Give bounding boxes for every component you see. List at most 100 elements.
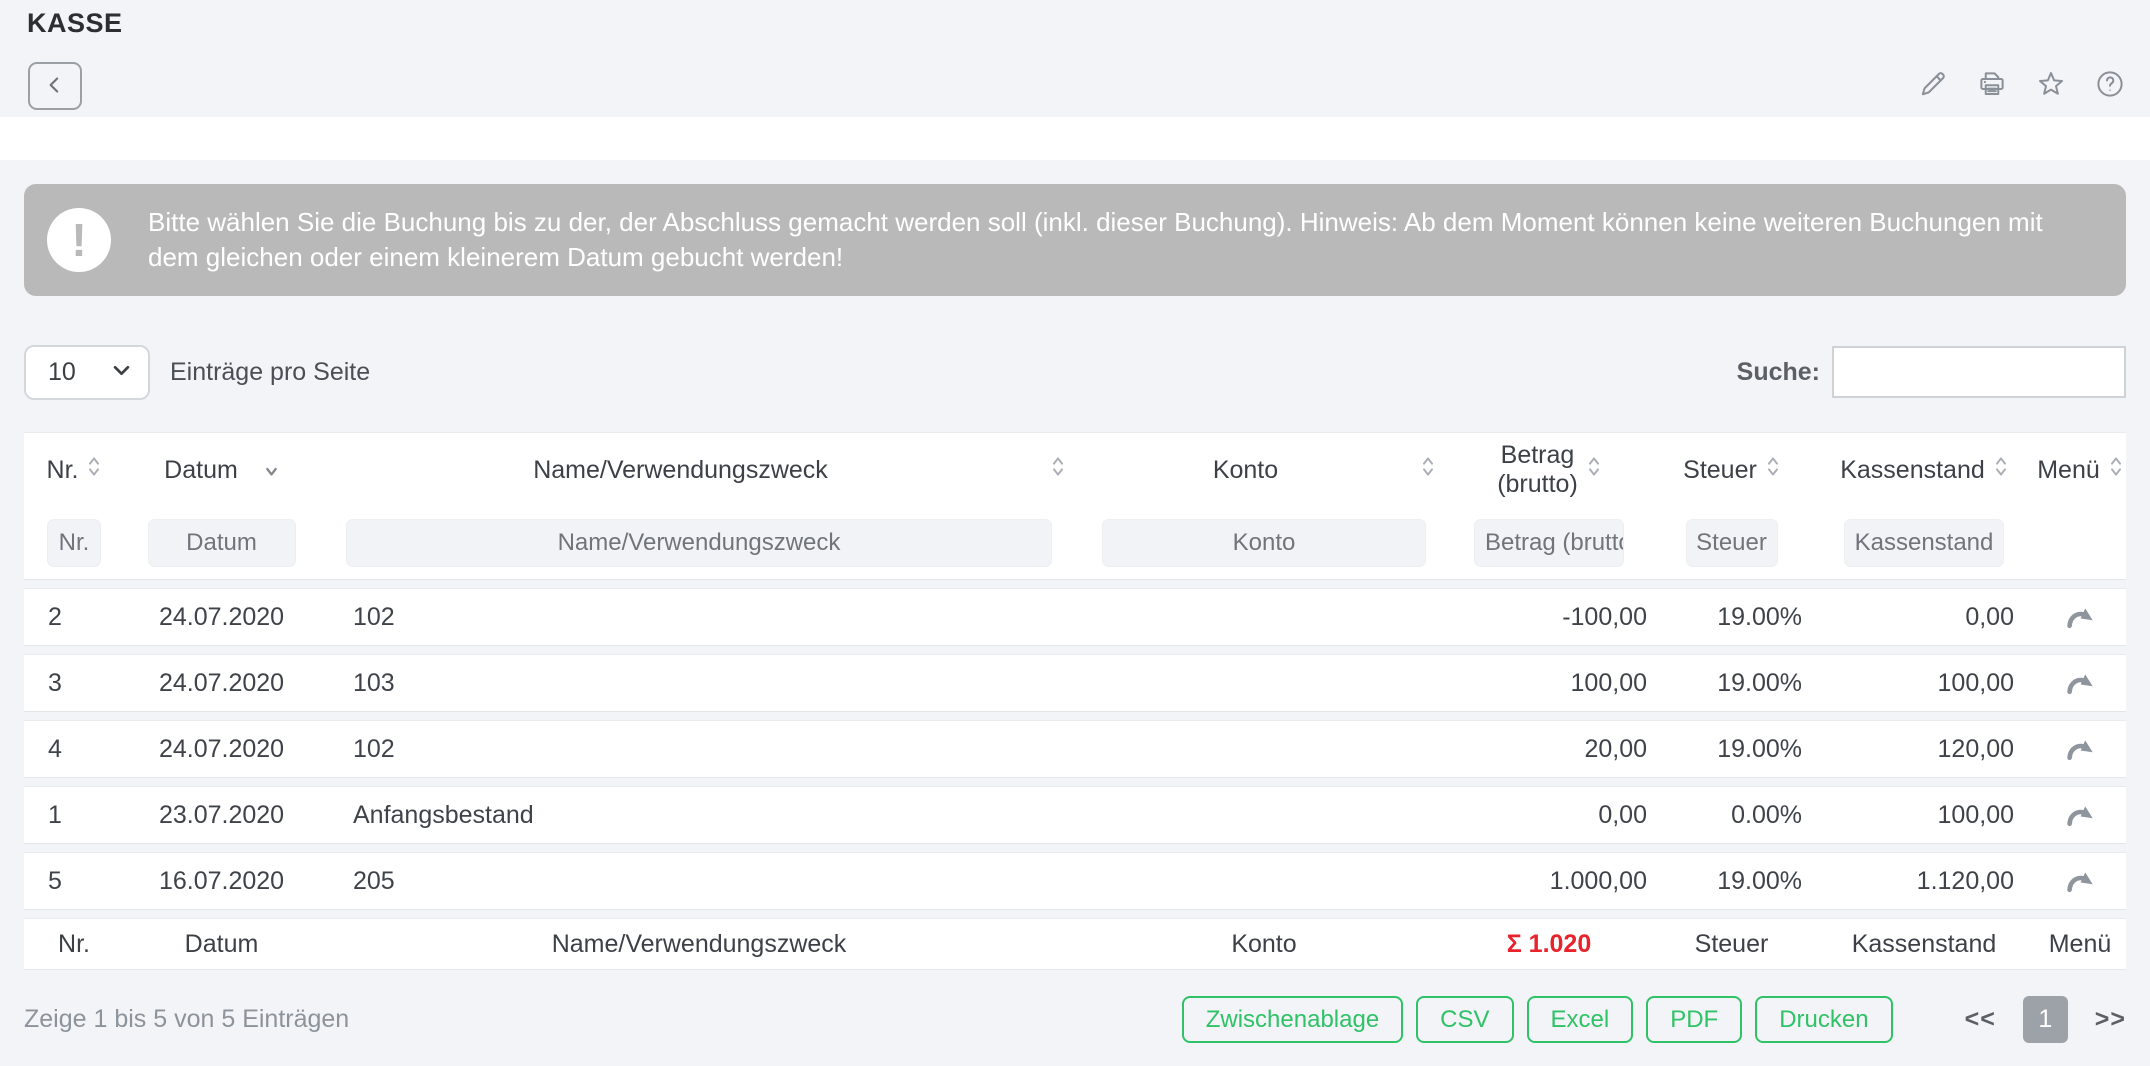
column-label: Datum: [164, 456, 238, 485]
footer-konto: Konto: [1079, 930, 1449, 959]
column-label: Betrag (brutto): [1497, 441, 1578, 499]
redo-arrow-icon[interactable]: [2063, 801, 2097, 829]
pagination: << 1 >>: [1965, 996, 2126, 1043]
print-export-button[interactable]: Drucken: [1755, 996, 1892, 1043]
sort-icon: [87, 455, 101, 485]
table-header-block: Nr. Datum Name/Verwendungszweck Konto Be…: [24, 432, 2126, 580]
filter-input-kassenstand[interactable]: [1844, 519, 2004, 567]
redo-arrow-icon[interactable]: [2063, 603, 2097, 631]
column-label: Menü: [2037, 456, 2100, 485]
star-icon[interactable]: [2035, 68, 2067, 100]
current-page-button[interactable]: 1: [2023, 996, 2068, 1043]
redo-arrow-icon[interactable]: [2063, 867, 2097, 895]
cell-steuer: 19.00%: [1649, 867, 1814, 896]
help-icon[interactable]: [2094, 68, 2126, 100]
table-row[interactable]: 1 23.07.2020 Anfangsbestand 0,00 0.00% 1…: [24, 786, 2126, 844]
sort-icon: [1766, 455, 1780, 485]
filter-input-datum[interactable]: [148, 519, 296, 567]
column-header-steuer[interactable]: Steuer: [1649, 455, 1814, 485]
chevron-down-icon: [113, 363, 130, 381]
cell-datum: 16.07.2020: [124, 867, 319, 896]
filter-input-nr[interactable]: [47, 519, 101, 567]
footer-kassenstand: Kassenstand: [1814, 930, 2034, 959]
search-area: Suche:: [1737, 346, 2126, 398]
previous-page-button[interactable]: <<: [1965, 1005, 1996, 1034]
betrag-sum: Σ 1.020: [1449, 930, 1649, 959]
print-icon[interactable]: [1976, 68, 2008, 100]
back-button[interactable]: [28, 62, 82, 110]
column-label: Nr.: [47, 456, 79, 485]
table-filter-row: [24, 507, 2126, 579]
cell-steuer: 19.00%: [1649, 669, 1814, 698]
filter-input-steuer[interactable]: [1686, 519, 1778, 567]
white-band: [0, 117, 2150, 160]
table-footer-row: Nr. Datum Name/Verwendungszweck Konto Σ …: [24, 918, 2126, 970]
cell-betrag: 1.000,00: [1449, 867, 1649, 896]
filter-input-konto[interactable]: [1102, 519, 1426, 567]
cell-kassenstand: 0,00: [1814, 603, 2034, 632]
sort-icon: [1421, 455, 1435, 485]
search-input[interactable]: [1832, 346, 2126, 398]
entries-info: Zeige 1 bis 5 von 5 Einträgen: [24, 1005, 349, 1034]
cell-nr: 3: [24, 669, 124, 698]
cell-name: 102: [319, 735, 1079, 764]
column-header-name[interactable]: Name/Verwendungszweck: [319, 455, 1079, 485]
column-header-datum[interactable]: Datum: [124, 456, 319, 485]
footer-menue: Menü: [2034, 930, 2126, 959]
sort-desc-icon: [264, 456, 279, 485]
column-header-nr[interactable]: Nr.: [24, 455, 124, 485]
table-row[interactable]: 4 24.07.2020 102 20,00 19.00% 120,00: [24, 720, 2126, 778]
cell-kassenstand: 100,00: [1814, 669, 2034, 698]
cell-betrag: -100,00: [1449, 603, 1649, 632]
page-title: KASSE: [27, 8, 123, 39]
search-label: Suche:: [1737, 358, 1820, 387]
excel-export-button[interactable]: Excel: [1527, 996, 1634, 1043]
column-header-menue[interactable]: Menü: [2034, 455, 2126, 485]
column-label: Steuer: [1683, 456, 1757, 485]
column-label: Konto: [1079, 456, 1412, 485]
table-row[interactable]: 3 24.07.2020 103 100,00 19.00% 100,00: [24, 654, 2126, 712]
redo-arrow-icon[interactable]: [2063, 735, 2097, 763]
page-size-label: Einträge pro Seite: [170, 358, 370, 387]
cell-betrag: 20,00: [1449, 735, 1649, 764]
cell-kassenstand: 100,00: [1814, 801, 2034, 830]
footer-name: Name/Verwendungszweck: [319, 930, 1079, 959]
column-label: Kassenstand: [1840, 456, 1985, 485]
next-page-button[interactable]: >>: [2095, 1005, 2126, 1034]
cell-kassenstand: 1.120,00: [1814, 867, 2034, 896]
edit-icon[interactable]: [1917, 68, 1949, 100]
table-row[interactable]: 2 24.07.2020 102 -100,00 19.00% 0,00: [24, 588, 2126, 646]
filter-input-betrag[interactable]: [1474, 519, 1624, 567]
pdf-export-button[interactable]: PDF: [1646, 996, 1742, 1043]
sort-icon: [1587, 455, 1601, 485]
cell-nr: 4: [24, 735, 124, 764]
toolbar-icons: [1917, 68, 2126, 100]
cell-datum: 23.07.2020: [124, 801, 319, 830]
cell-nr: 2: [24, 603, 124, 632]
sort-icon: [1994, 455, 2008, 485]
sort-icon: [1051, 455, 1065, 485]
sort-icon: [2109, 455, 2123, 485]
export-buttons: Zwischenablage CSV Excel PDF Drucken: [1182, 996, 1893, 1043]
cell-nr: 1: [24, 801, 124, 830]
footer-datum: Datum: [124, 930, 319, 959]
column-header-konto[interactable]: Konto: [1079, 455, 1449, 485]
footer-nr: Nr.: [24, 930, 124, 959]
cell-name: 102: [319, 603, 1079, 632]
column-header-kassenstand[interactable]: Kassenstand: [1814, 455, 2034, 485]
bottom-bar: Zeige 1 bis 5 von 5 Einträgen Zwischenab…: [24, 996, 2126, 1043]
table-row[interactable]: 5 16.07.2020 205 1.000,00 19.00% 1.120,0…: [24, 852, 2126, 910]
column-label: Name/Verwendungszweck: [319, 456, 1042, 485]
top-bar: KASSE: [0, 0, 2150, 117]
clipboard-export-button[interactable]: Zwischenablage: [1182, 996, 1403, 1043]
cell-steuer: 19.00%: [1649, 735, 1814, 764]
page-size-select[interactable]: 10: [24, 345, 150, 400]
column-header-betrag[interactable]: Betrag (brutto): [1449, 441, 1649, 499]
cell-steuer: 19.00%: [1649, 603, 1814, 632]
cell-name: 205: [319, 867, 1079, 896]
chevron-left-icon: [42, 72, 68, 101]
filter-input-name[interactable]: [346, 519, 1052, 567]
cell-kassenstand: 120,00: [1814, 735, 2034, 764]
csv-export-button[interactable]: CSV: [1416, 996, 1513, 1043]
redo-arrow-icon[interactable]: [2063, 669, 2097, 697]
